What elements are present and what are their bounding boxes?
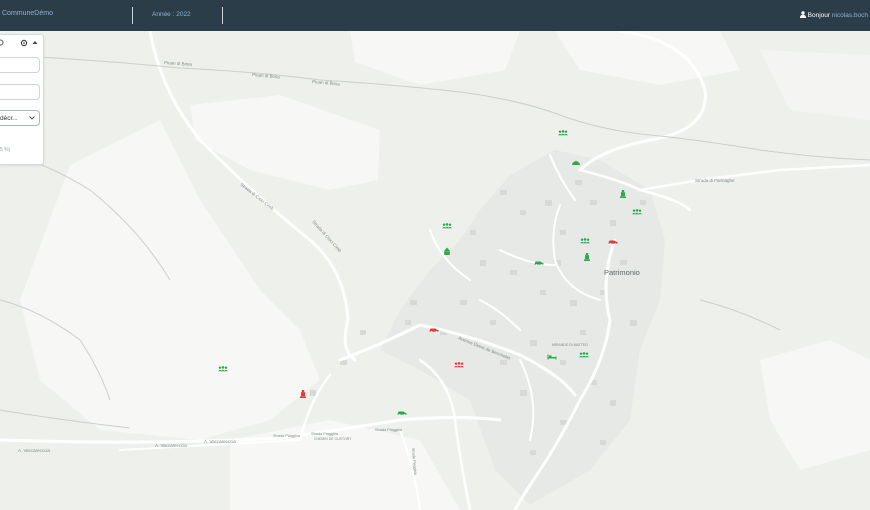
settings-icon[interactable] bbox=[20, 39, 28, 47]
road-label: A. Vaccarecccia bbox=[18, 448, 50, 453]
info-icon[interactable] bbox=[0, 39, 4, 46]
group-icon[interactable] bbox=[580, 238, 590, 244]
group-icon[interactable] bbox=[579, 352, 589, 358]
group-icon[interactable] bbox=[558, 130, 568, 136]
collapse-icon[interactable] bbox=[32, 40, 38, 45]
town-label: Patrimonio bbox=[604, 268, 640, 277]
road-label: A. Vaccarecccia bbox=[155, 443, 187, 448]
group-icon[interactable] bbox=[218, 366, 228, 372]
road-label: A. Vaccarecccia bbox=[204, 439, 236, 444]
user-menu[interactable]: Bonjour nicolas.boch bbox=[799, 11, 868, 19]
percent-text: 5 %) bbox=[0, 147, 11, 153]
commune-link[interactable]: CommuneDémo bbox=[2, 10, 53, 17]
place-label: CHEMIN DE CUSTORY bbox=[314, 437, 352, 441]
search-input[interactable] bbox=[0, 57, 40, 73]
sort-select[interactable]: décr... bbox=[0, 110, 40, 126]
map-canvas[interactable]: Piuan di Bosa Piuan di Bosa Piuan di Bos… bbox=[0, 31, 870, 510]
user-icon bbox=[799, 11, 806, 18]
chevron-down-icon bbox=[29, 116, 35, 120]
username: nicolas.boch bbox=[831, 12, 868, 19]
road-label: Strada di Farinaghe bbox=[695, 178, 735, 183]
sort-select-value: décr... bbox=[0, 115, 18, 122]
navbar-divider bbox=[222, 7, 223, 24]
road-label: Strada Piagghia bbox=[311, 432, 339, 436]
navbar-divider bbox=[132, 7, 133, 24]
place-label: MIRANDE DI MATTEO bbox=[552, 343, 588, 347]
filter-input[interactable] bbox=[0, 84, 40, 100]
filter-panel: décr... 5 %) bbox=[0, 34, 44, 165]
road-label: Strada Piagghia bbox=[375, 428, 403, 432]
top-navbar: CommuneDémo Année : 2022 Bonjour nicolas… bbox=[0, 0, 870, 31]
greeting-text: Bonjour bbox=[807, 12, 831, 19]
group-icon[interactable] bbox=[442, 223, 452, 229]
group-icon[interactable] bbox=[454, 362, 464, 368]
road-label: Strada Piagghia bbox=[273, 434, 301, 438]
year-selector[interactable]: Année : 2022 bbox=[152, 11, 191, 18]
group-icon[interactable] bbox=[632, 209, 642, 215]
